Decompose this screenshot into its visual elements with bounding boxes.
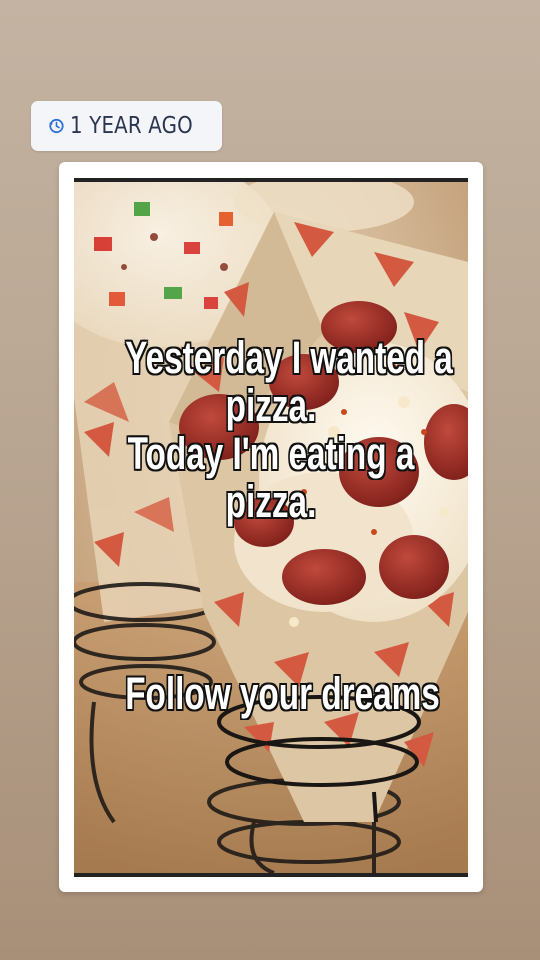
caption-line-3: Today I'm eating a (127, 428, 415, 479)
clock-history-icon (47, 117, 65, 135)
memory-card[interactable]: Yesterday I wanted a pizza. Today I'm ea… (59, 162, 483, 892)
caption-line-2: pizza. (225, 380, 317, 431)
caption-line-1: Yesterday I wanted a (125, 332, 453, 383)
memory-badge[interactable]: 1 YEAR AGO (31, 101, 222, 151)
pizza-cone-photo: Yesterday I wanted a pizza. Today I'm ea… (74, 178, 468, 877)
caption-line-5: Follow your dreams (125, 668, 440, 719)
caption-line-4: pizza. (225, 476, 317, 527)
photo-illustration (74, 182, 468, 873)
memory-label: 1 YEAR AGO (70, 113, 193, 139)
